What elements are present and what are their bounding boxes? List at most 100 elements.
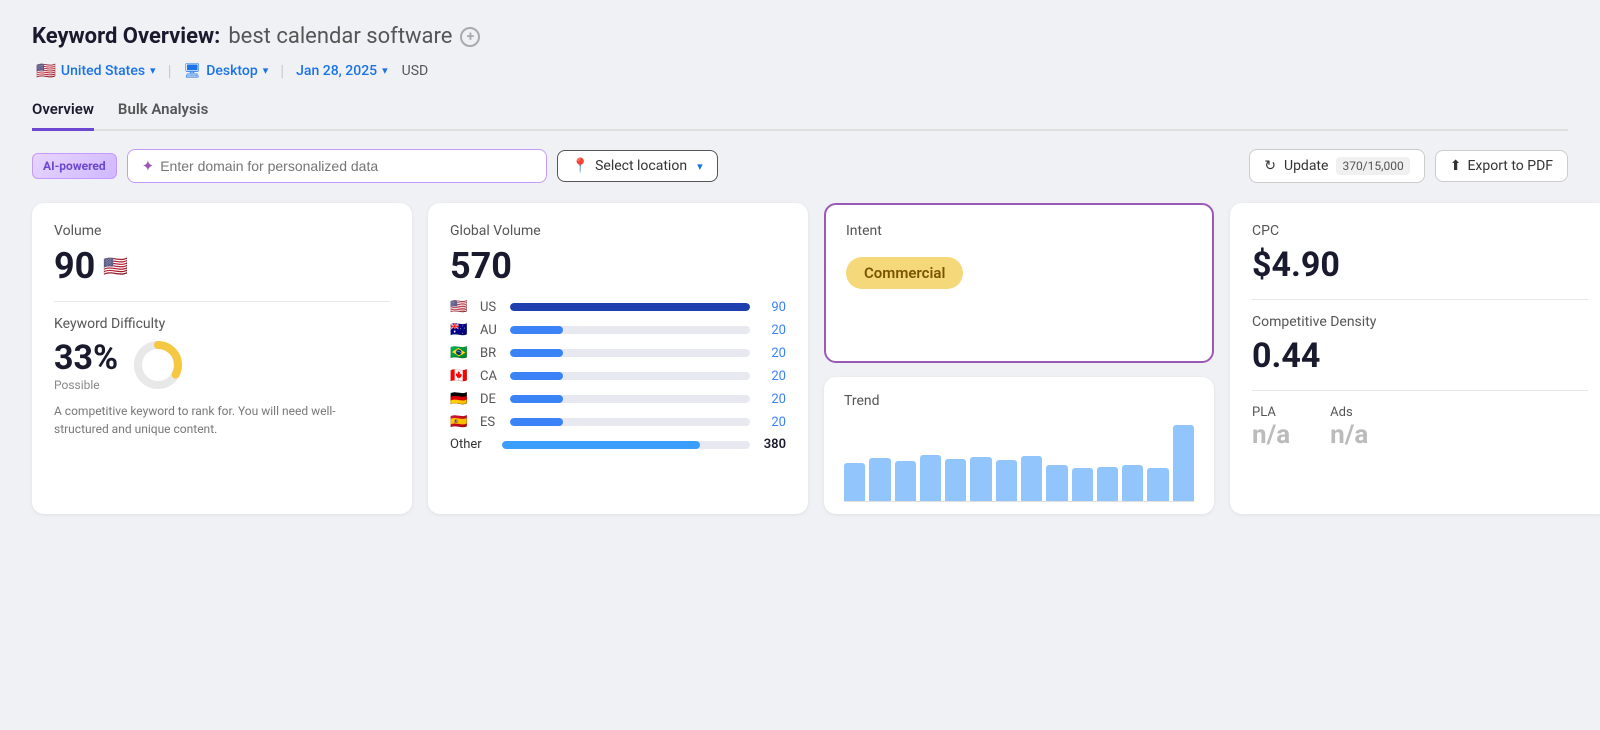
country-bar-bg <box>510 349 750 357</box>
other-bar-bg <box>502 441 750 449</box>
monitor-icon: 🖥 <box>183 63 201 79</box>
country-flag-icon: 🇦🇺 <box>450 322 472 338</box>
tab-overview[interactable]: Overview <box>32 100 94 131</box>
other-flag: Other <box>450 437 494 452</box>
country-flag-icon: 🇩🇪 <box>450 391 472 407</box>
trend-divider <box>844 501 1194 502</box>
country-bar-bg <box>510 395 750 403</box>
difficulty-donut-chart <box>132 339 184 391</box>
tabs-container: Overview Bulk Analysis <box>32 100 1568 131</box>
country-row: 🇦🇺 AU 20 <box>450 322 786 338</box>
update-count: 370/15,000 <box>1336 157 1409 175</box>
country-bar-bg <box>510 418 750 426</box>
country-row: 🇩🇪 DE 20 <box>450 391 786 407</box>
ads-item: Ads n/a <box>1330 405 1368 450</box>
trend-bar <box>869 458 890 501</box>
difficulty-description: A competitive keyword to rank for. You w… <box>54 402 390 438</box>
country-code: CA <box>480 369 502 384</box>
toolbar: AI-powered ✦ 📍 Select location ▾ ↻ Updat… <box>32 149 1568 183</box>
country-code: AU <box>480 323 502 338</box>
device-label: Desktop <box>206 63 257 79</box>
keyword-text: best calendar software <box>228 24 452 49</box>
trend-bar <box>1147 468 1168 501</box>
difficulty-sub: Possible <box>54 378 118 392</box>
country-flag-icon: 🇪🇸 <box>450 414 472 430</box>
trend-chart <box>844 421 1194 501</box>
intent-label: Intent <box>846 223 1192 239</box>
other-count: 380 <box>758 437 786 452</box>
trend-bar <box>920 455 941 501</box>
intent-card: Intent Commercial <box>824 203 1214 363</box>
export-button[interactable]: ⬆ Export to PDF <box>1435 150 1568 182</box>
us-flag-icon: 🇺🇸 <box>103 254 128 278</box>
competitive-density-value: 0.44 <box>1252 336 1588 376</box>
refresh-icon: ↻ <box>1264 158 1276 174</box>
trend-bar <box>1021 456 1042 501</box>
ai-powered-badge: AI-powered <box>32 153 117 179</box>
global-volume-card: Global Volume 570 🇺🇸 US 90 🇦🇺 AU 20 🇧🇷 B… <box>428 203 808 514</box>
header-controls: 🇺🇸 United States ▾ | 🖥 Desktop ▾ | Jan 2… <box>32 59 1568 82</box>
separator-1: | <box>168 61 172 80</box>
pla-item: PLA n/a <box>1252 405 1290 450</box>
volume-divider <box>54 301 390 302</box>
pla-ads-row: PLA n/a Ads n/a <box>1252 405 1588 450</box>
volume-card: Volume 90 🇺🇸 Keyword Difficulty 33% Poss… <box>32 203 412 514</box>
country-row: 🇨🇦 CA 20 <box>450 368 786 384</box>
country-code: US <box>480 300 502 315</box>
country-code: BR <box>480 346 502 361</box>
domain-input-wrapper[interactable]: ✦ <box>127 149 547 183</box>
trend-bar <box>945 459 966 501</box>
location-selector[interactable]: 📍 Select location ▾ <box>557 150 718 182</box>
cpc-divider <box>1252 299 1588 300</box>
country-row-other: Other 380 <box>450 437 786 452</box>
difficulty-value: 33% <box>54 338 118 378</box>
separator-2: | <box>280 61 284 80</box>
country-flag-icon: 🇧🇷 <box>450 345 472 361</box>
device-selector[interactable]: 🖥 Desktop ▾ <box>179 61 272 81</box>
difficulty-row: 33% Possible <box>54 338 390 392</box>
ads-value: n/a <box>1330 420 1368 450</box>
volume-value: 90 🇺🇸 <box>54 245 390 287</box>
toolbar-right: ↻ Update 370/15,000 ⬆ Export to PDF <box>1249 149 1568 183</box>
date-selector[interactable]: Jan 28, 2025 ▾ <box>292 61 391 81</box>
update-button[interactable]: ↻ Update 370/15,000 <box>1249 149 1424 183</box>
country-bar-bg <box>510 326 750 334</box>
date-label: Jan 28, 2025 <box>296 63 377 79</box>
country-count: 90 <box>758 300 786 315</box>
ads-label: Ads <box>1330 405 1368 420</box>
location-chevron-icon: ▾ <box>697 160 703 173</box>
country-count: 20 <box>758 323 786 338</box>
trend-bar <box>895 461 916 501</box>
country-code: ES <box>480 415 502 430</box>
page-title: Keyword Overview: best calendar software… <box>32 24 1568 49</box>
domain-input[interactable] <box>160 158 531 174</box>
global-volume-value: 570 <box>450 245 786 287</box>
add-keyword-icon[interactable]: + <box>460 27 480 47</box>
country-bar-fill <box>510 372 563 380</box>
trend-label: Trend <box>844 393 1194 409</box>
country-bar-bg <box>510 303 750 311</box>
other-bar-fill <box>502 441 700 449</box>
device-chevron-icon: ▾ <box>263 64 269 77</box>
country-count: 20 <box>758 369 786 384</box>
export-label: Export to PDF <box>1467 158 1553 174</box>
intent-trend-column: Intent Commercial Trend <box>824 203 1214 514</box>
pla-value: n/a <box>1252 420 1290 450</box>
location-label: Select location <box>595 158 687 174</box>
trend-bar <box>844 463 865 501</box>
country-selector[interactable]: 🇺🇸 United States ▾ <box>32 59 160 82</box>
pin-icon: 📍 <box>572 158 589 174</box>
sparkle-icon: ✦ <box>142 157 155 175</box>
country-count: 20 <box>758 415 786 430</box>
difficulty-label: Keyword Difficulty <box>54 316 390 332</box>
country-bar-bg <box>510 372 750 380</box>
country-count: 20 <box>758 392 786 407</box>
trend-bar <box>970 457 991 501</box>
trend-bar <box>1122 465 1143 501</box>
country-bar-fill <box>510 418 563 426</box>
update-label: Update <box>1284 158 1328 174</box>
tab-bulk-analysis[interactable]: Bulk Analysis <box>118 100 208 131</box>
density-divider <box>1252 390 1588 391</box>
country-list: 🇺🇸 US 90 🇦🇺 AU 20 🇧🇷 BR 20 🇨🇦 CA <box>450 299 786 430</box>
trend-bar <box>1046 465 1067 501</box>
